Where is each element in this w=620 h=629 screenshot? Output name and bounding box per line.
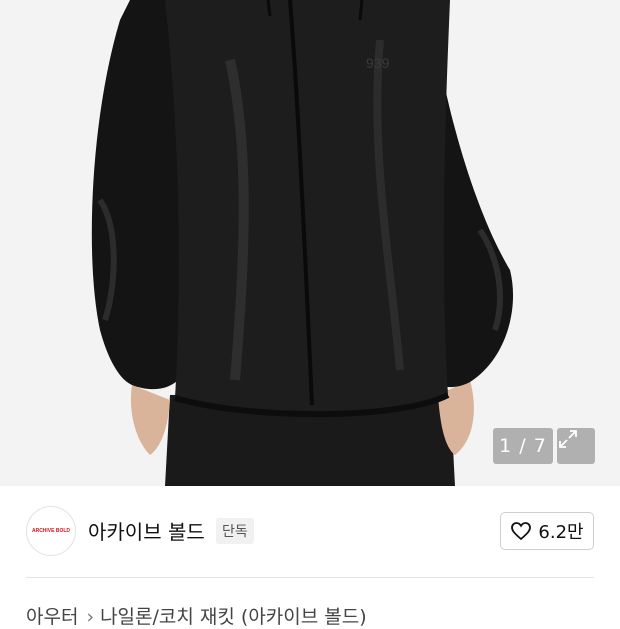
brand-logo[interactable]: ARCHIVE BOLD	[26, 506, 76, 556]
like-button[interactable]: 6.2만	[500, 512, 594, 550]
chevron-right-icon: ›	[86, 606, 95, 628]
product-photo: 939	[91, 0, 514, 486]
breadcrumb: 아우터 › 나일론/코치 재킷 (아카이브 볼드)	[26, 602, 367, 629]
image-counter: 1 / 7	[493, 428, 553, 464]
breadcrumb-subcategory[interactable]: 나일론/코치 재킷 (아카이브 볼드)	[100, 606, 367, 628]
expand-icon	[559, 430, 577, 448]
product-image-gallery[interactable]: 939 1 / 7	[0, 0, 620, 486]
divider	[26, 577, 594, 578]
image-counter-text: 1 / 7	[499, 435, 547, 457]
brand-name[interactable]: 아카이브 볼드	[88, 516, 205, 545]
brand-row: ARCHIVE BOLD 아카이브 볼드 단독 6.2만	[0, 486, 620, 576]
like-count: 6.2만	[538, 522, 584, 543]
chest-print-text: 939	[366, 55, 390, 71]
breadcrumb-category[interactable]: 아우터	[26, 606, 78, 628]
heart-outline-icon	[511, 522, 532, 541]
brand-logo-text: ARCHIVE BOLD	[31, 528, 71, 534]
exclusive-badge: 단독	[216, 518, 254, 544]
expand-image-button[interactable]	[557, 428, 595, 464]
